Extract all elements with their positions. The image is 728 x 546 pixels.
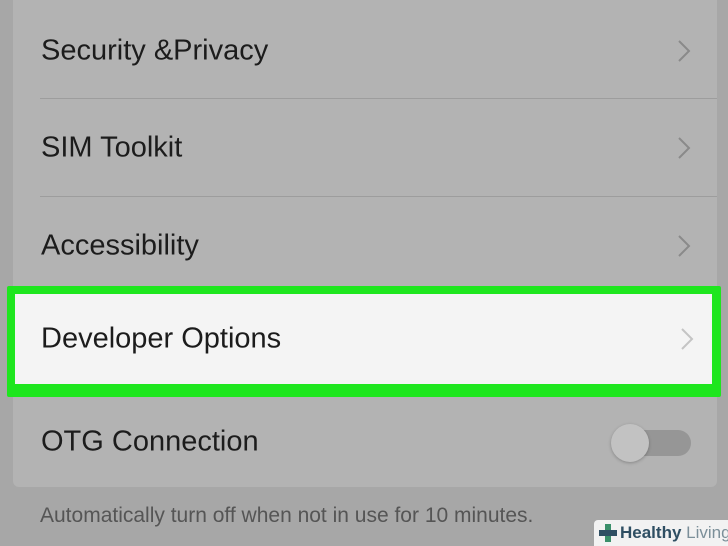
toggle-knob: [611, 424, 649, 462]
settings-item-sim-toolkit[interactable]: SIM Toolkit: [13, 99, 717, 197]
settings-item-label: SIM Toolkit: [41, 131, 183, 164]
otg-toggle[interactable]: [611, 424, 691, 462]
otg-description: Automatically turn off when not in use f…: [40, 504, 534, 527]
watermark-text: Healthy Living: [620, 523, 728, 543]
watermark-text-bold: Healthy: [620, 523, 682, 542]
settings-item-security-privacy[interactable]: Security &Privacy: [13, 2, 717, 100]
settings-item-label: Developer Options: [41, 322, 282, 355]
settings-item-label: Security &Privacy: [41, 34, 269, 67]
settings-item-label: Accessibility: [41, 229, 199, 262]
chevron-right-icon: [678, 40, 691, 62]
settings-item-developer-options[interactable]: Developer Options: [15, 294, 712, 384]
chevron-right-icon: [678, 137, 691, 159]
settings-item-accessibility[interactable]: Accessibility: [13, 197, 717, 295]
chevron-right-icon: [681, 328, 694, 350]
medical-cross-icon: [599, 524, 617, 542]
watermark-text-light: Living: [686, 523, 728, 542]
settings-item-label: OTG Connection: [41, 425, 259, 458]
watermark: Healthy Living: [594, 520, 728, 546]
chevron-right-icon: [678, 235, 691, 257]
